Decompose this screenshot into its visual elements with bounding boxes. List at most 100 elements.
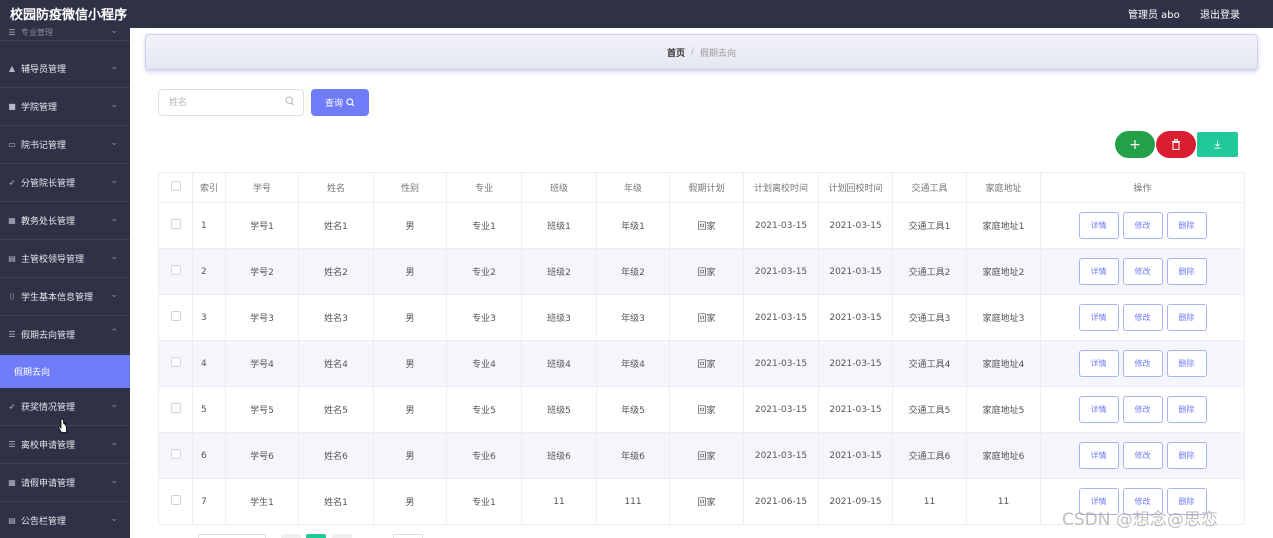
edit-button[interactable]: 修改: [1122, 442, 1163, 469]
table-icon: ▦: [8, 216, 16, 225]
table-cell: 2021-09-15: [818, 478, 893, 525]
chevron-down-icon: ⌄: [110, 252, 118, 262]
delete-button[interactable]: 删除: [1166, 396, 1207, 423]
row-checkbox[interactable]: [170, 357, 181, 367]
table-cell: 专业4: [446, 340, 522, 387]
edit-button[interactable]: 修改: [1122, 258, 1163, 285]
row-actions-cell: 详情 修改 删除: [1040, 432, 1245, 479]
edit-button[interactable]: 修改: [1122, 350, 1163, 377]
next-page-button[interactable]: [332, 534, 352, 538]
select-all-checkbox[interactable]: [170, 181, 181, 191]
delete-button[interactable]: 删除: [1166, 258, 1207, 285]
sidebar-subitem-holiday[interactable]: 假期去向: [0, 355, 130, 388]
logout-link[interactable]: 退出登录: [1200, 6, 1240, 21]
delete-button[interactable]: 删除: [1166, 442, 1207, 469]
query-button-label: 查询: [324, 99, 343, 109]
table-cell: 7: [192, 478, 226, 525]
breadcrumb-home[interactable]: 首页: [667, 46, 685, 59]
search-box: [158, 89, 304, 116]
name-search-input[interactable]: [159, 90, 279, 115]
sidebar-item-vice-dean[interactable]: ➶ 分管院长管理 ⌄: [0, 164, 130, 202]
table-cell: 姓名1: [298, 202, 374, 249]
column-header: 索引: [192, 172, 226, 203]
table-row: 4 学号4 姓名4 男专业4 班级4 年级4 回家 2021-03-15 2021-03-15 交…: [158, 340, 1245, 387]
breadcrumb-current: 假期去向: [700, 48, 737, 59]
table-cell: 姓名5: [298, 386, 374, 433]
sidebar-item-leave-request[interactable]: ▦ 请假申请管理 ⌄: [0, 464, 130, 502]
chevron-down-icon: ⌄: [110, 100, 118, 110]
query-button[interactable]: 查询: [311, 89, 369, 116]
chevron-down-icon: ⌄: [110, 514, 118, 524]
table-cell: 交通工具4: [892, 340, 967, 387]
delete-button[interactable]: 删除: [1166, 350, 1207, 377]
table-cell: 专业1: [446, 478, 522, 525]
table-cell: 交通工具6: [892, 432, 967, 479]
sidebar-item-notice[interactable]: ▤ 公告栏管理 ⌄: [0, 502, 130, 538]
chevron-down-icon: ⌄: [110, 62, 118, 72]
plus-icon: +: [1129, 136, 1141, 153]
delete-button[interactable]: 删除: [1166, 212, 1207, 239]
detail-button[interactable]: 详情: [1078, 442, 1119, 469]
row-checkbox[interactable]: [170, 311, 181, 321]
detail-button[interactable]: 详情: [1078, 396, 1119, 423]
download-button[interactable]: [1197, 132, 1238, 157]
breadcrumb: 首页 / 假期去向: [145, 34, 1258, 70]
row-select-cell: [158, 248, 193, 295]
row-checkbox[interactable]: [170, 403, 181, 413]
table-cell: 学号2: [225, 248, 299, 295]
detail-button[interactable]: 详情: [1078, 212, 1119, 239]
row-checkbox[interactable]: [170, 265, 181, 275]
edit-button[interactable]: 修改: [1122, 304, 1163, 331]
table-cell: 姓名3: [298, 294, 374, 341]
row-checkbox[interactable]: [170, 495, 181, 505]
sidebar-item-holiday[interactable]: ☰ 假期去向管理 ⌃: [0, 316, 130, 354]
table-cell: 回家: [669, 248, 744, 295]
table-cell: 班级1: [521, 202, 597, 249]
chevron-down-icon: ⌄: [110, 290, 118, 300]
sidebar-item-major[interactable]: ☰ 专业管理 ⌄: [0, 28, 130, 41]
table-cell: 回家: [669, 432, 744, 479]
row-checkbox[interactable]: [170, 219, 181, 229]
row-select-cell: [158, 478, 193, 525]
table-cell: 家庭地址2: [966, 248, 1041, 295]
sidebar-item-academic-head[interactable]: ▦ 教务处长管理 ⌄: [0, 202, 130, 240]
sidebar-item-label: 学生基本信息管理: [21, 293, 94, 303]
table-cell: 男: [373, 432, 447, 479]
batch-delete-button[interactable]: [1156, 131, 1196, 158]
current-page-button[interactable]: [306, 534, 326, 538]
sidebar-item-counselor[interactable]: ▲ 辅导员管理 ⌄: [0, 50, 130, 88]
chevron-down-icon: ⌄: [110, 214, 118, 224]
column-header: 操作: [1040, 172, 1245, 203]
detail-button[interactable]: 详情: [1078, 350, 1119, 377]
table-cell: 家庭地址6: [966, 432, 1041, 479]
table-cell: 2021-06-15: [743, 478, 819, 525]
column-header: 假期计划: [669, 172, 744, 203]
prev-page-button[interactable]: [281, 534, 301, 538]
table-cell: 2021-03-15: [818, 248, 893, 295]
row-select-cell: [158, 294, 193, 341]
page-size-select[interactable]: [198, 534, 266, 538]
table-cell: 2: [192, 248, 226, 295]
send-icon: ➶: [8, 402, 16, 411]
delete-button[interactable]: 删除: [1166, 304, 1207, 331]
table-cell: 6: [192, 432, 226, 479]
row-actions-cell: 详情 修改 删除: [1040, 248, 1245, 295]
page-jump-input[interactable]: [393, 534, 423, 538]
app-title: 校园防疫微信小程序: [10, 8, 128, 23]
edit-button[interactable]: 修改: [1122, 396, 1163, 423]
detail-button[interactable]: 详情: [1078, 258, 1119, 285]
detail-button[interactable]: 详情: [1078, 304, 1119, 331]
sidebar-item-leader[interactable]: ▤ 主管校领导管理 ⌄: [0, 240, 130, 278]
table-cell: 年级4: [596, 340, 670, 387]
table-cell: 专业2: [446, 248, 522, 295]
mouse-cursor-icon: [58, 418, 67, 433]
edit-button[interactable]: 修改: [1122, 212, 1163, 239]
sidebar-item-secretary[interactable]: ▭ 院书记管理 ⌄: [0, 126, 130, 164]
row-select-cell: [158, 202, 193, 249]
add-button[interactable]: +: [1115, 131, 1155, 158]
sidebar-item-student-info[interactable]: ⌷ 学生基本信息管理 ⌄: [0, 278, 130, 316]
table-cell: 2021-03-15: [818, 202, 893, 249]
row-checkbox[interactable]: [170, 449, 181, 459]
column-header: 交通工具: [892, 172, 967, 203]
sidebar-item-college[interactable]: ■ 学院管理 ⌄: [0, 88, 130, 126]
